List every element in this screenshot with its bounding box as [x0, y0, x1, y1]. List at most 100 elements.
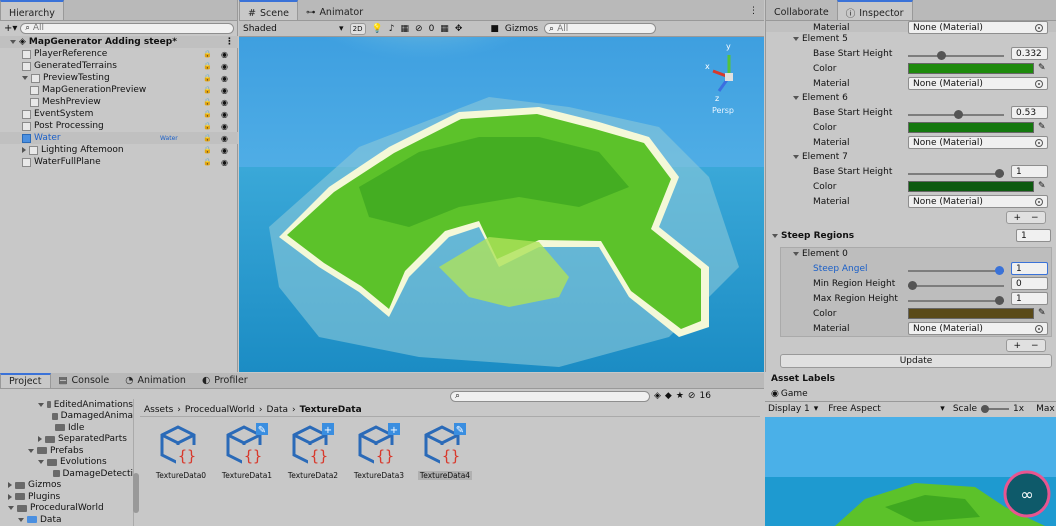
hierarchy-item[interactable]: Post Processing ◉ 🔒: [0, 120, 238, 132]
tab-console[interactable]: ▤ Console: [51, 373, 118, 388]
slider-knob[interactable]: [954, 110, 964, 119]
element-title[interactable]: Element 5: [802, 34, 848, 44]
visibility-icon[interactable]: ◉: [221, 146, 228, 155]
scene-search-input[interactable]: ⌕ All: [544, 23, 657, 34]
project-tree-item[interactable]: SeparatedParts: [0, 434, 133, 446]
hierarchy-item[interactable]: Lighting Aftemoon ◉ 🔒: [0, 144, 238, 156]
steep-angel-field[interactable]: 1: [1011, 262, 1048, 275]
eyedropper-icon[interactable]: ✎: [1038, 63, 1046, 73]
visibility-icon[interactable]: ◉: [221, 158, 228, 167]
project-search-input[interactable]: ⌕: [450, 390, 650, 402]
material-field[interactable]: None (Material): [908, 322, 1048, 335]
expand-icon[interactable]: [8, 506, 14, 511]
min-region-height-field[interactable]: 0: [1011, 277, 1048, 290]
plus-icon[interactable]: +▾: [4, 23, 17, 34]
visibility-icon[interactable]: ◉: [221, 122, 228, 131]
breadcrumb-item[interactable]: Assets: [140, 405, 173, 415]
steep-count-field[interactable]: 1: [1016, 229, 1051, 242]
expand-icon[interactable]: [22, 147, 26, 153]
visibility-icon[interactable]: ⊘: [688, 391, 696, 401]
breadcrumb-item[interactable]: TextureData: [300, 405, 362, 415]
project-tree-item[interactable]: Evolutions: [0, 457, 133, 469]
object-picker-icon[interactable]: [1035, 23, 1043, 32]
project-tree-item[interactable]: EditedAnimations: [0, 399, 133, 411]
asset-item[interactable]: {} + TextureData2: [284, 423, 342, 523]
asset-item[interactable]: {} ✎ TextureData4: [416, 423, 474, 523]
hierarchy-item[interactable]: Water Water ◉ 🔒: [0, 132, 238, 144]
expand-icon[interactable]: [772, 234, 778, 238]
base-start-height-field[interactable]: 0.332: [1011, 47, 1048, 60]
lock-icon[interactable]: 🔒: [203, 62, 212, 70]
lock-icon[interactable]: 🔒: [203, 158, 212, 166]
visibility-icon[interactable]: ◉: [221, 98, 228, 107]
color-swatch[interactable]: [908, 63, 1034, 74]
base-start-height-slider[interactable]: [908, 51, 1004, 60]
add-element-button[interactable]: + −: [1006, 339, 1046, 352]
visibility-icon[interactable]: ◉: [221, 110, 228, 119]
object-picker-icon[interactable]: [1035, 324, 1043, 333]
visibility-icon[interactable]: ◉: [221, 134, 228, 143]
persp-label[interactable]: Persp: [712, 106, 734, 115]
hierarchy-search-input[interactable]: ⌕ All: [20, 22, 234, 34]
lock-icon[interactable]: 🔒: [203, 110, 212, 118]
project-tree-item[interactable]: DamageDetecti: [0, 468, 133, 480]
hierarchy-item[interactable]: EventSystem ◉ 🔒: [0, 108, 238, 120]
tab-inspector[interactable]: ⓘ Inspector: [836, 0, 913, 20]
slider-knob[interactable]: [995, 296, 1004, 305]
options-icon[interactable]: ⋮: [743, 6, 764, 20]
tab-hierarchy[interactable]: Hierarchy: [0, 0, 64, 20]
lock-icon[interactable]: 🔒: [203, 86, 212, 94]
tree-scrollbar[interactable]: [133, 473, 139, 513]
display-dropdown[interactable]: Display 1: [768, 404, 810, 414]
hierarchy-item[interactable]: PreviewTesting ◉ 🔒: [0, 72, 238, 84]
expand-icon[interactable]: [793, 96, 799, 100]
asset-item[interactable]: {} ✎ TextureData1: [218, 423, 276, 523]
visibility-icon[interactable]: ◉: [221, 62, 228, 71]
min-region-height-slider[interactable]: [908, 281, 1004, 290]
asset-item[interactable]: {} + TextureData3: [350, 423, 408, 523]
element-title[interactable]: Element 0: [802, 249, 848, 259]
max-region-height-slider[interactable]: [908, 296, 1004, 305]
visibility-icon[interactable]: ◉: [221, 50, 228, 59]
hierarchy-item[interactable]: MeshPreview ◉ 🔒: [0, 96, 238, 108]
base-start-height-slider[interactable]: [908, 110, 1004, 119]
tab-project[interactable]: Project: [0, 373, 51, 388]
light-icon[interactable]: 💡: [372, 24, 383, 34]
steep-angel-slider[interactable]: [908, 266, 1004, 275]
color-swatch[interactable]: [908, 122, 1034, 133]
breadcrumb-item[interactable]: Data: [267, 405, 289, 415]
scale-slider[interactable]: [981, 405, 1010, 413]
hierarchy-item[interactable]: PlayerReference ◉ 🔒: [0, 48, 238, 60]
eyedropper-icon[interactable]: ✎: [1038, 122, 1046, 132]
eyedropper-icon[interactable]: ✎: [1038, 308, 1046, 318]
lock-icon[interactable]: 🔒: [203, 122, 212, 130]
element-title[interactable]: Element 7: [802, 152, 848, 162]
breadcrumb-item[interactable]: ProcedualWorld: [185, 405, 255, 415]
object-picker-icon[interactable]: [1035, 138, 1043, 147]
expand-icon[interactable]: [793, 37, 799, 41]
lock-icon[interactable]: 🔒: [203, 74, 212, 82]
game-viewport[interactable]: ∞: [765, 417, 1056, 526]
visibility-icon[interactable]: ◉: [221, 86, 228, 95]
lock-icon[interactable]: 🔒: [203, 50, 212, 58]
audio-icon[interactable]: ♪: [389, 24, 395, 34]
element-title[interactable]: Element 6: [802, 93, 848, 103]
max-region-height-field[interactable]: 1: [1011, 292, 1048, 305]
object-picker-icon[interactable]: [1035, 197, 1043, 206]
camera-icon[interactable]: ■: [490, 24, 499, 34]
expand-icon[interactable]: [28, 448, 34, 453]
tab-profiler[interactable]: ◐ Profiler: [194, 373, 256, 388]
expand-icon[interactable]: [38, 436, 42, 443]
slider-knob[interactable]: [995, 169, 1004, 178]
expand-icon[interactable]: [793, 155, 799, 159]
material-field[interactable]: None (Material): [908, 77, 1048, 90]
tab-collaborate[interactable]: Collaborate: [766, 0, 837, 20]
visibility-icon[interactable]: ⊘: [415, 24, 423, 34]
expand-icon[interactable]: [8, 482, 12, 489]
tab-game[interactable]: Game: [781, 389, 808, 399]
update-button[interactable]: Update: [780, 354, 1052, 368]
material-field[interactable]: None (Material): [908, 195, 1048, 208]
hierarchy-item[interactable]: WaterFullPlane ◉ 🔒: [0, 156, 238, 168]
gizmos-dropdown[interactable]: Gizmos: [505, 24, 538, 34]
project-tree-item[interactable]: Plugins: [0, 491, 133, 503]
